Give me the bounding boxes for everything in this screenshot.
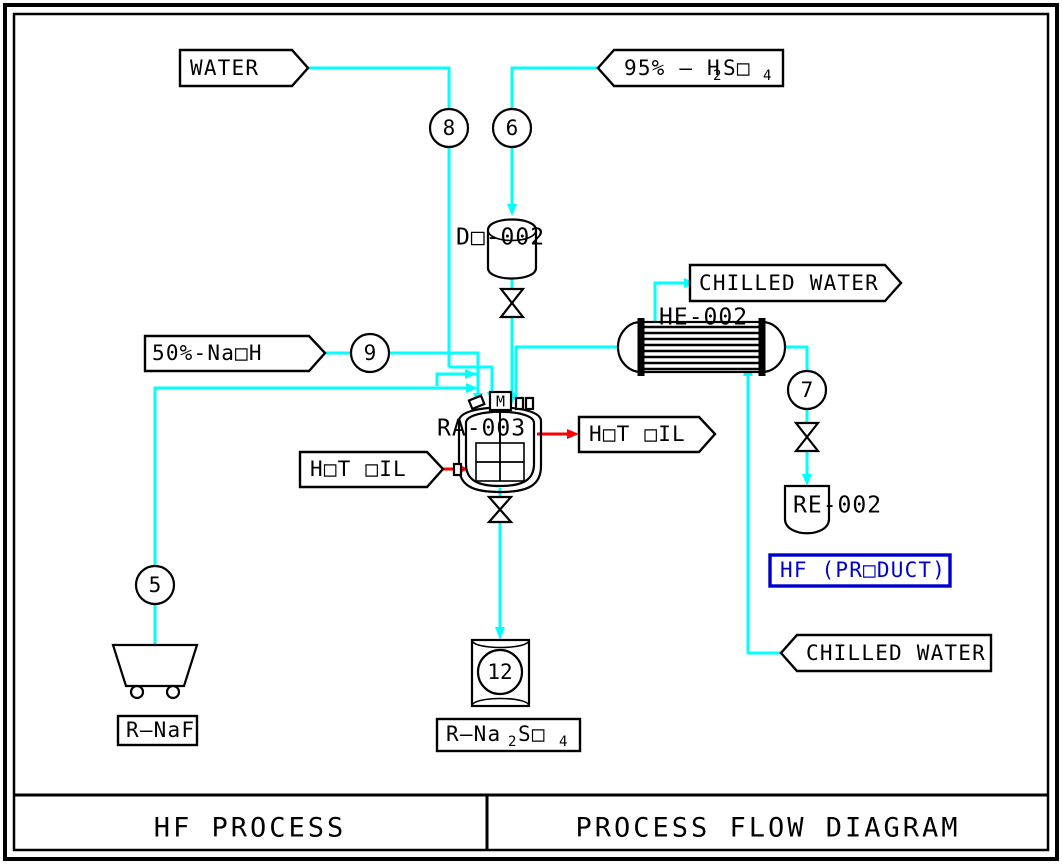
label-sulfuric-sub2: 4 [763, 68, 772, 84]
label-hot-oil-out-text: H□T □IL [589, 422, 686, 446]
label-r-na2so4-prefix: R–Na [446, 722, 501, 746]
balloon-stream-12-text: 12 [487, 660, 512, 684]
label-sulfuric-mid: S□ [723, 56, 751, 80]
valve-below-do-002[interactable] [498, 287, 526, 319]
balloon-stream-8[interactable]: 8 [428, 107, 470, 149]
label-chilled-water-in-text: CHILLED WATER [806, 641, 986, 665]
label-water[interactable]: WATER [178, 48, 310, 88]
arrow-into-sulfate-drum [495, 627, 505, 640]
balloon-stream-9-text: 9 [364, 341, 377, 365]
pipe-acid-to-tank [510, 66, 598, 110]
label-naoh[interactable]: 50%-Na□H [143, 334, 327, 373]
pipe-reactor-vapor-to-he [514, 345, 625, 400]
title-block: HF PROCESS PROCESS FLOW DIAGRAM [14, 793, 1048, 850]
label-r-na2so4[interactable]: R–Na 2 S□ 4 [435, 717, 582, 753]
label-sulfuric-acid[interactable]: 95% – H 2 S□ 4 [596, 48, 785, 88]
balloon-stream-5[interactable]: 5 [134, 564, 176, 606]
label-hf-product[interactable]: HF (PR□DUCT) [768, 553, 952, 588]
balloon-stream-7[interactable]: 7 [786, 369, 828, 411]
title-block-left: HF PROCESS [154, 813, 347, 844]
equipment-tag-do-002: D□-002 [456, 225, 545, 251]
label-chilled-water-out-text: CHILLED WATER [699, 271, 879, 295]
valve-below-stream-7[interactable] [793, 421, 821, 453]
balloon-stream-8-text: 8 [443, 116, 456, 140]
balloon-stream-12[interactable]: 12 [476, 648, 524, 696]
arrow-naoh-branch [465, 369, 477, 379]
pipe-water-to-reactor [300, 66, 451, 110]
label-r-na2so4-mid: S□ [518, 722, 546, 746]
equipment-tag-re-002: RE-002 [793, 493, 882, 519]
pipe-stream9-right [389, 351, 480, 386]
label-hf-product-text: HF (PR□DUCT) [780, 558, 946, 582]
arrow-into-receiver [802, 474, 812, 486]
arrow-hot-oil-out [567, 429, 579, 439]
balloon-stream-7-text: 7 [801, 378, 814, 402]
title-block-right: PROCESS FLOW DIAGRAM [575, 813, 960, 844]
drawing-sheet: HF PROCESS PROCESS FLOW DIAGRAM WATER 95… [0, 0, 1062, 864]
equipment-re-002[interactable]: RE-002 [783, 484, 882, 535]
label-hot-oil-in-text: H□T □IL [310, 457, 407, 481]
label-r-naf-text: R–NaF [126, 718, 195, 742]
label-r-na2so4-sub1: 2 [508, 734, 517, 750]
arrow-acid-into-tank [507, 204, 517, 216]
balloon-stream-9[interactable]: 9 [349, 332, 391, 374]
balloon-stream-6[interactable]: 6 [491, 107, 533, 149]
equipment-naf-cart[interactable] [111, 643, 199, 700]
label-water-text: WATER [190, 56, 259, 80]
arrow-stream5-into-reactor [466, 383, 478, 393]
equipment-do-002[interactable]: D□-002 [456, 218, 545, 280]
equipment-he-002[interactable]: HE-002 [616, 305, 787, 377]
label-r-na2so4-sub2: 4 [559, 734, 568, 750]
label-hot-oil-out[interactable]: H□T □IL [577, 415, 717, 454]
valve-below-ra-003[interactable] [486, 495, 514, 524]
label-hot-oil-in[interactable]: H□T □IL [298, 450, 445, 489]
balloon-stream-6-text: 6 [506, 116, 519, 140]
equipment-tag-he-002: HE-002 [659, 305, 748, 331]
equipment-motor-label: M [496, 393, 505, 411]
label-r-naf[interactable]: R–NaF [116, 714, 199, 747]
label-chilled-water-out[interactable]: CHILLED WATER [688, 263, 903, 303]
equipment-tag-ra-003: RA-003 [437, 416, 526, 442]
equipment-ra-003[interactable]: M RA-003 [437, 390, 543, 494]
label-chilled-water-in[interactable]: CHILLED WATER [779, 633, 993, 673]
label-sulfuric-sub1: 2 [713, 68, 722, 84]
pfd-canvas: HF PROCESS PROCESS FLOW DIAGRAM WATER 95… [3, 3, 1059, 861]
label-naoh-text: 50%-Na□H [152, 341, 263, 365]
pipe-chw-in [746, 370, 781, 655]
label-sulfuric-prefix: 95% – H [624, 56, 721, 80]
balloon-stream-5-text: 5 [149, 573, 162, 597]
